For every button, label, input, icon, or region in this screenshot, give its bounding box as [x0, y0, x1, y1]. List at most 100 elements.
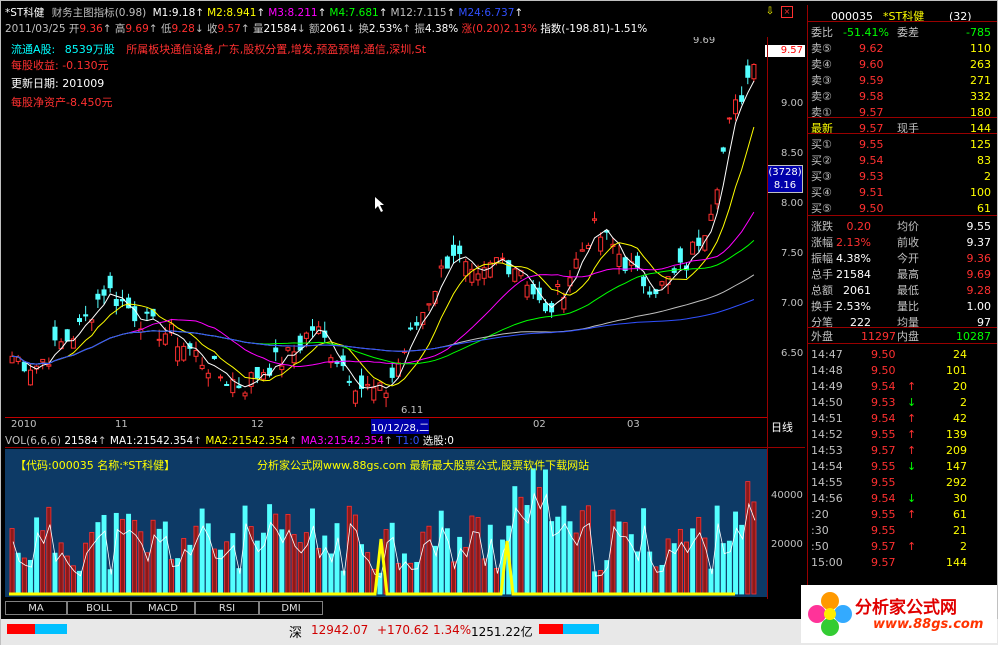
tab-boll[interactable]: BOLL: [67, 601, 131, 615]
tick-volume: 2: [960, 540, 967, 553]
market-pct: 1.34%: [433, 623, 472, 637]
ma-legend-item: M4:7.681: [329, 7, 379, 19]
indicator-tabs: MA BOLL MACD RSI DMI: [5, 601, 333, 615]
ma-legend-item: M12:7.115: [390, 7, 447, 19]
tick-volume: 24: [953, 348, 967, 361]
tick-direction-icon: ↑: [907, 444, 917, 457]
tick-price: 9.57: [871, 444, 896, 457]
volume-bar: [285, 513, 291, 595]
candle-body: [451, 244, 457, 256]
stat-row: 总手 21584 最高 9.69: [807, 267, 995, 283]
ma-trend-arrow: ↑: [317, 7, 327, 19]
volume-bar: [487, 524, 493, 595]
tick-direction-icon: ↑: [907, 508, 917, 521]
volume-bar: [671, 543, 677, 595]
price-axis: 9.509.008.508.007.507.006.50 9.57 (3728)…: [765, 37, 807, 437]
tick-price: 9.50: [871, 364, 896, 377]
tick-direction-icon: ↓: [907, 492, 917, 505]
candle-body: [285, 347, 291, 351]
bid-ratio-row: 委比 -51.41% 委差 -785: [807, 25, 995, 41]
sell-level-volume: 110: [970, 42, 991, 55]
volume-bar: [193, 525, 199, 595]
tick-price: 9.55: [871, 476, 896, 489]
tab-ma[interactable]: MA: [5, 601, 67, 615]
indicator-name[interactable]: 财务主图指标: [52, 7, 115, 19]
price-tick-label: 7.50: [781, 248, 804, 259]
tab-macd[interactable]: MACD: [131, 601, 195, 615]
candle-body: [224, 384, 230, 387]
volume-bar: [647, 551, 653, 595]
volume-bar: [401, 553, 407, 595]
date-tick-label: 03: [627, 419, 640, 430]
turn-value: 2.53%: [368, 23, 403, 35]
tick-time: 14:47: [811, 348, 843, 361]
candle-body: [714, 189, 720, 205]
tick-volume: 21: [953, 524, 967, 537]
tick-time: 14:56: [811, 492, 843, 505]
stat-label: 涨幅: [811, 236, 833, 249]
volume-bar: [665, 538, 671, 595]
price-tick-label: 6.50: [781, 348, 804, 359]
buy-level-row: 买③ 9.53 2: [807, 169, 995, 185]
close-icon[interactable]: ×: [781, 6, 793, 18]
tick-price: 9.54: [871, 380, 896, 393]
tick-price: 9.53: [871, 396, 896, 409]
moving-average-line: [12, 211, 755, 368]
candle-body: [193, 350, 199, 357]
tick-time: :30: [811, 524, 829, 537]
volume-bar: [592, 571, 597, 595]
volume-bar: [58, 542, 64, 595]
ma-legend-item: M24:6.737: [458, 7, 515, 19]
candlestick-chart[interactable]: 9.69 6.11: [5, 37, 768, 415]
candle-body: [52, 326, 58, 341]
volume-bar: [9, 528, 15, 595]
tick-row: 14:48 9.50 101: [807, 363, 995, 379]
volume-bar: [751, 501, 757, 595]
candle-body: [181, 345, 187, 361]
amp-label: 振: [414, 23, 425, 35]
buy-level-label: 买③: [811, 170, 832, 183]
vol-ma3: MA3:21542.354: [300, 435, 384, 447]
tab-rsi[interactable]: RSI: [195, 601, 259, 615]
stat-label: 量比: [897, 300, 919, 313]
tick-row: 14:51 9.54 ↑ 42: [807, 411, 995, 427]
volume-bar: [126, 513, 132, 595]
vol-t1: T1:0: [396, 435, 420, 447]
volume-bar: [199, 508, 205, 595]
market-gauge-right-fill: [563, 624, 599, 634]
stock-count: (32): [949, 10, 972, 23]
stat-value: 4.38%: [836, 252, 871, 265]
tab-dmi[interactable]: DMI: [259, 601, 323, 615]
low-value: 9.28: [171, 23, 195, 35]
candle-body: [383, 392, 389, 399]
candle-body: [352, 390, 358, 404]
tick-time: 14:55: [811, 476, 843, 489]
tick-volume: 30: [953, 492, 967, 505]
candle-body: [720, 147, 726, 152]
sell-level-label: 卖②: [811, 90, 832, 103]
quote-header: 2011/03/25 开9.36↑ 高9.69↑ 低9.28↓ 收9.57↑ 量…: [5, 23, 648, 35]
tick-row: 14:49 9.54 ↑ 20: [807, 379, 995, 395]
flower-logo-icon: [808, 592, 852, 636]
high-price-label: 9.69: [693, 37, 715, 46]
buy-level-label: 买②: [811, 154, 832, 167]
buy-level-volume: 125: [970, 138, 991, 151]
tick-row: 14:47 9.50 24: [807, 347, 995, 363]
volume-bar: [714, 505, 720, 595]
candle-body: [414, 322, 420, 326]
period-label[interactable]: 日线: [771, 419, 805, 435]
candle-body: [751, 63, 757, 80]
stock-code: 000035: [831, 10, 873, 23]
candle-body: [647, 291, 653, 295]
stat-label: 最高: [897, 268, 919, 281]
volume-bar: [457, 536, 463, 595]
candle-body: [555, 284, 561, 288]
sell-level-label: 卖⑤: [811, 42, 832, 55]
volume-bar: [512, 486, 518, 595]
stock-name[interactable]: *ST科健: [5, 7, 44, 19]
market-gauge-left-fill: [35, 624, 67, 634]
stat-value: 2.53%: [836, 300, 871, 313]
scroll-down-icon[interactable]: ⇩: [763, 6, 777, 18]
candle-body: [156, 338, 162, 341]
buy-level-row: 买④ 9.51 100: [807, 185, 995, 201]
